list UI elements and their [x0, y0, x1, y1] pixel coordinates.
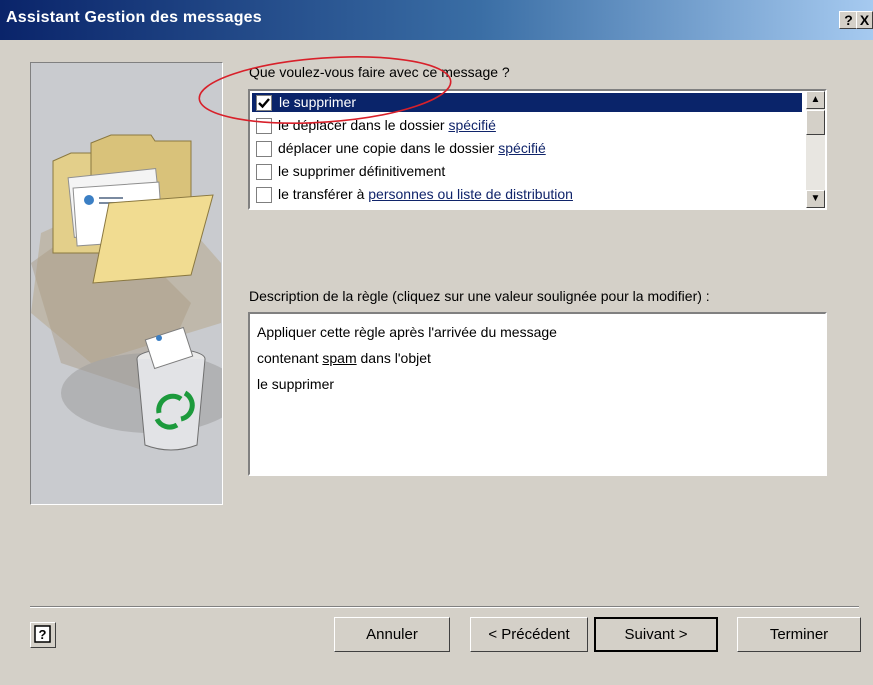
- next-button[interactable]: Suivant >: [594, 617, 718, 652]
- checkbox-forward[interactable]: [256, 187, 272, 203]
- help-button[interactable]: ?: [30, 622, 56, 648]
- finish-button[interactable]: Terminer: [737, 617, 861, 652]
- svg-text:?: ?: [39, 627, 47, 642]
- rule-description-box[interactable]: Appliquer cette règle après l'arrivée du…: [248, 312, 827, 476]
- action-label: le supprimer définitivement: [278, 163, 446, 179]
- description-line-1: Appliquer cette règle après l'arrivée du…: [257, 324, 557, 340]
- description-text: contenant: [257, 350, 323, 366]
- cancel-button[interactable]: Annuler: [334, 617, 450, 652]
- spam-link[interactable]: spam: [322, 350, 356, 366]
- action-label: le transférer à personnes ou liste de di…: [278, 185, 573, 204]
- scroll-down-button[interactable]: ▼: [806, 190, 825, 208]
- action-label: déplacer une copie dans le dossier spéci…: [278, 139, 546, 158]
- scroll-up-button[interactable]: ▲: [806, 91, 825, 109]
- separator-highlight: [30, 607, 859, 608]
- description-label: Description de la règle (cliquez sur une…: [249, 288, 710, 304]
- action-text: le transférer à: [278, 186, 369, 202]
- actions-scrollbar[interactable]: ▲ ▼: [806, 91, 825, 208]
- close-button[interactable]: X: [856, 11, 873, 29]
- previous-button[interactable]: < Précédent: [470, 617, 588, 652]
- wizard-illustration: [30, 62, 223, 505]
- window-title: Assistant Gestion des messages: [6, 9, 262, 26]
- description-line-2: contenant spam dans l'objet: [257, 345, 818, 371]
- folders-trash-illustration: [31, 134, 222, 451]
- recipients-link[interactable]: personnes ou liste de distribution: [368, 186, 573, 202]
- description-text: dans l'objet: [356, 350, 431, 366]
- help-icon: ?: [34, 625, 51, 643]
- title-bar: Assistant Gestion des messages ? X: [0, 0, 873, 40]
- annotation-ellipse: [198, 56, 452, 124]
- action-text: déplacer une copie dans le dossier: [278, 140, 499, 156]
- checkbox-copy[interactable]: [256, 141, 272, 157]
- description-line-3: le supprimer: [257, 376, 335, 392]
- specified-folder-link[interactable]: spécifié: [498, 140, 545, 156]
- scroll-thumb[interactable]: [806, 110, 825, 135]
- specified-folder-link[interactable]: spécifié: [448, 117, 495, 133]
- checkbox-delete-permanently[interactable]: [256, 164, 272, 180]
